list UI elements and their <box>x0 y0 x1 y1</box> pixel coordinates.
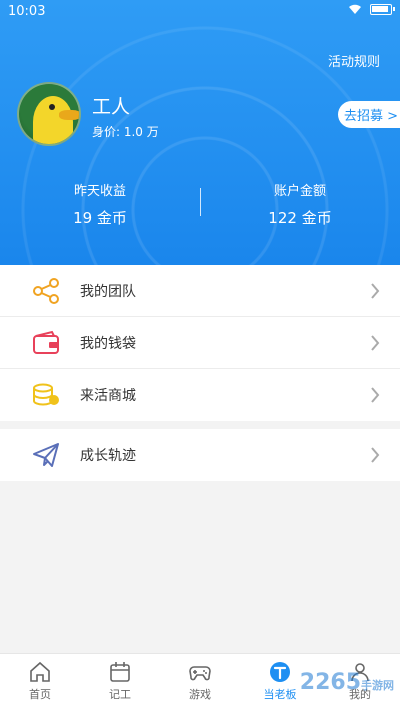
menu-item-label: 我的钱袋 <box>80 335 136 352</box>
chevron-right-icon <box>371 283 380 299</box>
menu-group: 成长轨迹 <box>0 429 400 481</box>
tab-label: 记工 <box>109 688 131 701</box>
wallet-icon <box>33 330 59 354</box>
status-icons <box>348 3 395 15</box>
account-balance: 账户金额 122 金币 <box>200 180 400 228</box>
wifi-icon <box>349 4 361 14</box>
chevron-right-icon <box>371 387 380 403</box>
watermark-logo: 2265手游网 <box>300 670 394 695</box>
menu-list: 我的团队 我的钱袋 来活商城 成长轨迹 <box>0 265 400 481</box>
menu-group: 我的团队 我的钱袋 来活商城 <box>0 265 400 421</box>
duck-beak <box>59 110 79 120</box>
stat-value: 122 金币 <box>268 209 332 227</box>
watermark-brand: 2265 <box>299 670 361 695</box>
tab-games[interactable]: 游戏 <box>160 654 240 711</box>
stat-label: 昨天收益 <box>73 184 126 199</box>
menu-item-mall[interactable]: 来活商城 <box>0 369 400 421</box>
tab-label: 首页 <box>29 688 51 701</box>
tab-label: 当老板 <box>263 688 297 701</box>
recruit-button[interactable]: 去招募 > <box>338 101 400 128</box>
watermark-suffix: 手游网 <box>361 679 394 692</box>
tab-label: 游戏 <box>189 688 211 701</box>
chevron-right-icon <box>371 335 380 351</box>
worth-value: 身价: 1.0 万 <box>92 125 159 139</box>
coins-icon <box>33 383 59 406</box>
stat-value: 19 金币 <box>73 209 127 227</box>
menu-item-label: 来活商城 <box>80 388 136 404</box>
menu-item-growth-track[interactable]: 成长轨迹 <box>0 429 400 481</box>
tab-record-work[interactable]: 记工 <box>80 654 160 711</box>
yesterday-earnings: 昨天收益 19 金币 <box>0 180 200 228</box>
status-bar: 10:03 <box>0 0 400 24</box>
avatar[interactable] <box>17 82 81 146</box>
activity-rules-link[interactable]: 活动规则 <box>328 51 380 70</box>
home-icon <box>30 661 50 682</box>
menu-item-my-team[interactable]: 我的团队 <box>0 265 400 317</box>
menu-item-label: 我的团队 <box>80 283 136 300</box>
calendar-icon <box>110 662 130 682</box>
paper-plane-icon <box>33 443 59 467</box>
menu-item-my-wallet[interactable]: 我的钱袋 <box>0 317 400 369</box>
menu-item-label: 成长轨迹 <box>80 448 136 464</box>
chevron-right-icon <box>371 447 380 463</box>
duck-eye <box>49 104 55 110</box>
battery-icon <box>370 3 395 15</box>
username: 工人 <box>92 96 131 118</box>
gamepad-icon <box>189 666 211 681</box>
profile-header: 10:03 活动规则 工人 身价: 1.0 万 去招募 > 昨天收益 19 金币… <box>0 0 400 265</box>
status-time: 10:03 <box>8 4 46 19</box>
tab-home[interactable]: 首页 <box>0 654 80 711</box>
boss-icon <box>270 662 290 682</box>
share-icon <box>33 278 59 304</box>
stat-label: 账户金额 <box>273 184 326 199</box>
